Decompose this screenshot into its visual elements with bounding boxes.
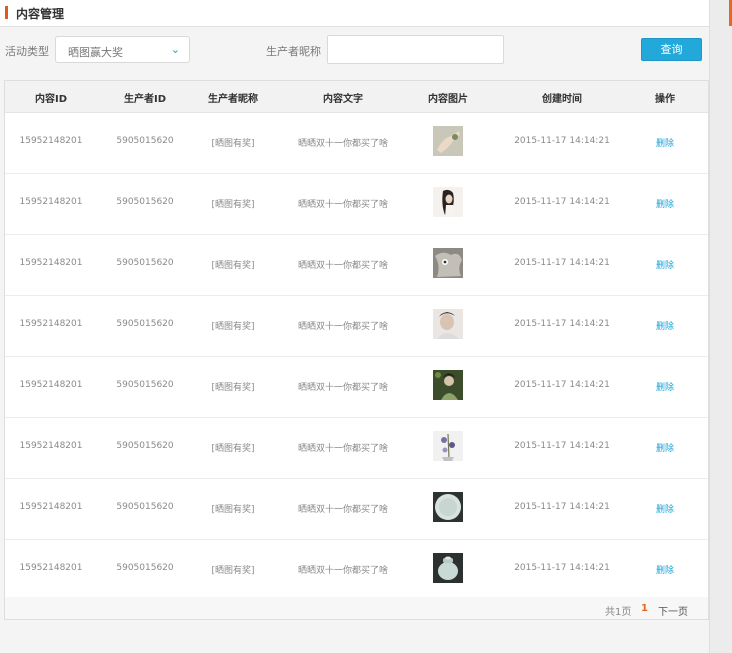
delete-link[interactable]: 删除 <box>656 441 674 454</box>
pagination-next-button[interactable]: 下一页 <box>658 603 688 618</box>
cell-content-text: 晒晒双十一你都买了啥 <box>297 505 389 515</box>
content-management-page: 内容管理 活动类型 晒图赢大奖 ⌄ 生产者昵称 查询 内容ID 生产者ID 生产… <box>0 0 709 653</box>
scrollbar[interactable] <box>709 0 732 653</box>
content-image-thumbnail[interactable] <box>433 126 463 156</box>
content-image-thumbnail[interactable] <box>433 309 463 339</box>
pagination-current-page[interactable]: 1 <box>641 603 648 614</box>
table-row: 15952148201 5905015620 [晒图有奖] 晒晒双十一你都买了啥 201… <box>5 234 708 296</box>
cell-content-id: 15952148201 <box>19 502 83 512</box>
cell-producer-id: 5905015620 <box>116 319 174 329</box>
column-header-image: 内容图片 <box>428 94 468 105</box>
cell-producer-id: 5905015620 <box>116 441 174 451</box>
cell-content-text: 晒晒双十一你都买了啥 <box>297 444 389 454</box>
cell-content-id: 15952148201 <box>19 258 83 268</box>
page-header: 内容管理 <box>0 0 709 27</box>
cell-created-time: 2015-11-17 14:14:21 <box>514 258 610 268</box>
content-image-thumbnail[interactable] <box>433 370 463 400</box>
content-image-thumbnail[interactable] <box>433 187 463 217</box>
cell-content-id: 15952148201 <box>19 197 83 207</box>
delete-link[interactable]: 删除 <box>656 136 674 149</box>
cell-content-text: 晒晒双十一你都买了啥 <box>297 322 389 332</box>
cell-nickname: [晒图有奖] <box>211 444 255 454</box>
cell-producer-id: 5905015620 <box>116 197 174 207</box>
cell-created-time: 2015-11-17 14:14:21 <box>514 502 610 512</box>
activity-type-value: 晒图赢大奖 <box>68 46 123 59</box>
delete-link[interactable]: 删除 <box>656 563 674 576</box>
delete-link[interactable]: 删除 <box>656 319 674 332</box>
table-row: 15952148201 5905015620 [晒图有奖] 晒晒双十一你都买了啥 201… <box>5 112 708 174</box>
cell-created-time: 2015-11-17 14:14:21 <box>514 136 610 146</box>
cell-nickname: [晒图有奖] <box>211 322 255 332</box>
table-row: 15952148201 5905015620 [晒图有奖] 晒晒双十一你都买了啥 201… <box>5 295 708 357</box>
activity-type-select[interactable]: 晒图赢大奖 ⌄ <box>55 36 190 63</box>
delete-link[interactable]: 删除 <box>656 258 674 271</box>
delete-link[interactable]: 删除 <box>656 502 674 515</box>
cell-producer-id: 5905015620 <box>116 136 174 146</box>
content-table: 内容ID 生产者ID 生产者昵称 内容文字 内容图片 创建时间 操作 15952… <box>4 80 709 620</box>
pagination: 共1页 1 下一页 <box>5 597 708 619</box>
producer-nickname-label: 生产者昵称 <box>266 45 321 58</box>
cell-producer-id: 5905015620 <box>116 258 174 268</box>
search-button[interactable]: 查询 <box>641 38 702 61</box>
delete-link[interactable]: 删除 <box>656 380 674 393</box>
cell-nickname: [晒图有奖] <box>211 139 255 149</box>
content-image-thumbnail[interactable] <box>433 248 463 278</box>
cell-producer-id: 5905015620 <box>116 380 174 390</box>
chevron-down-icon: ⌄ <box>170 43 180 56</box>
table-row: 15952148201 5905015620 [晒图有奖] 晒晒双十一你都买了啥 201… <box>5 417 708 479</box>
filter-bar: 活动类型 晒图赢大奖 ⌄ 生产者昵称 查询 <box>0 27 709 77</box>
cell-content-text: 晒晒双十一你都买了啥 <box>297 566 389 576</box>
cell-nickname: [晒图有奖] <box>211 505 255 515</box>
column-header-text: 内容文字 <box>323 94 363 105</box>
cell-created-time: 2015-11-17 14:14:21 <box>514 380 610 390</box>
cell-content-text: 晒晒双十一你都买了啥 <box>297 139 389 149</box>
content-image-thumbnail[interactable] <box>433 553 463 583</box>
cell-content-text: 晒晒双十一你都买了啥 <box>297 261 389 271</box>
cell-nickname: [晒图有奖] <box>211 566 255 576</box>
cell-nickname: [晒图有奖] <box>211 383 255 393</box>
column-header-producer-id: 生产者ID <box>123 94 167 105</box>
table-row: 15952148201 5905015620 [晒图有奖] 晒晒双十一你都买了啥 201… <box>5 539 708 601</box>
cell-producer-id: 5905015620 <box>116 563 174 573</box>
page-title: 内容管理 <box>16 7 65 21</box>
delete-link[interactable]: 删除 <box>656 197 674 210</box>
column-header-content-id: 内容ID <box>34 94 68 105</box>
producer-nickname-input[interactable] <box>327 35 504 64</box>
cell-content-id: 15952148201 <box>19 441 83 451</box>
cell-content-id: 15952148201 <box>19 136 83 146</box>
table-header: 内容ID 生产者ID 生产者昵称 内容文字 内容图片 创建时间 操作 <box>5 81 708 113</box>
cell-nickname: [晒图有奖] <box>211 261 255 271</box>
column-header-action: 操作 <box>655 94 675 105</box>
cell-created-time: 2015-11-17 14:14:21 <box>514 563 610 573</box>
cell-created-time: 2015-11-17 14:14:21 <box>514 197 610 207</box>
activity-type-label: 活动类型 <box>5 45 49 58</box>
cell-created-time: 2015-11-17 14:14:21 <box>514 319 610 329</box>
pagination-total: 共1页 <box>605 607 632 618</box>
content-image-thumbnail[interactable] <box>433 431 463 461</box>
cell-created-time: 2015-11-17 14:14:21 <box>514 441 610 451</box>
title-accent-bar <box>5 6 8 19</box>
cell-content-id: 15952148201 <box>19 380 83 390</box>
column-header-nickname: 生产者昵称 <box>208 94 258 105</box>
cell-nickname: [晒图有奖] <box>211 200 255 210</box>
content-image-thumbnail[interactable] <box>433 492 463 522</box>
table-row: 15952148201 5905015620 [晒图有奖] 晒晒双十一你都买了啥 201… <box>5 478 708 540</box>
column-header-created-time: 创建时间 <box>542 94 582 105</box>
cell-producer-id: 5905015620 <box>116 502 174 512</box>
cell-content-id: 15952148201 <box>19 319 83 329</box>
cell-content-text: 晒晒双十一你都买了啥 <box>297 200 389 210</box>
table-row: 15952148201 5905015620 [晒图有奖] 晒晒双十一你都买了啥 201… <box>5 356 708 418</box>
table-row: 15952148201 5905015620 [晒图有奖] 晒晒双十一你都买了啥 201… <box>5 173 708 235</box>
cell-content-id: 15952148201 <box>19 563 83 573</box>
cell-content-text: 晒晒双十一你都买了啥 <box>297 383 389 393</box>
